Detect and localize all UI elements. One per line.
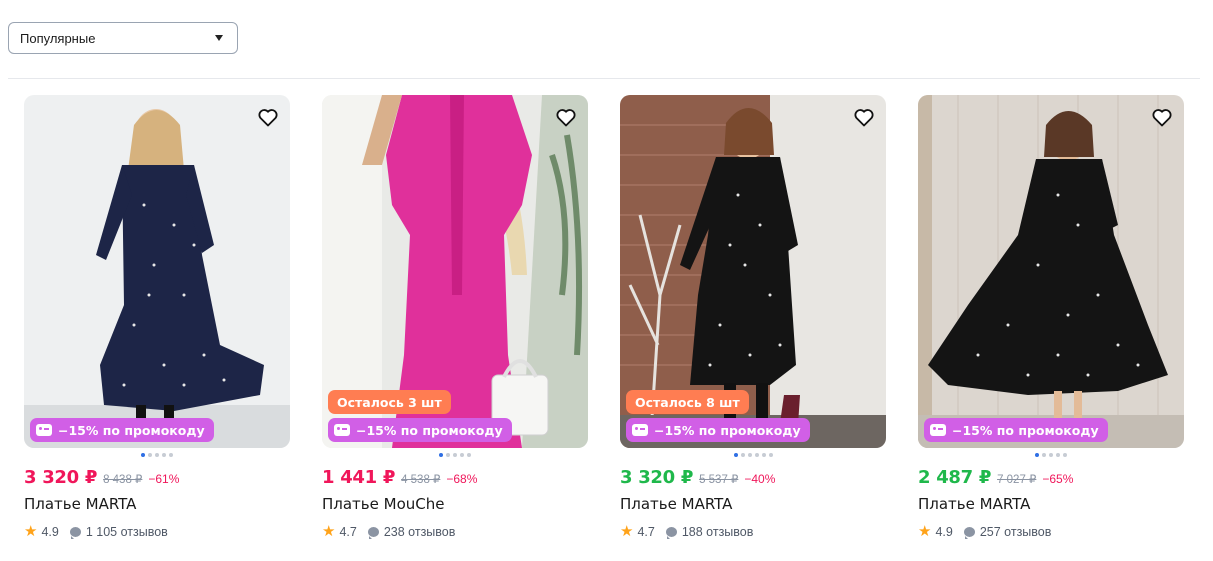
carousel-dot[interactable] [1042,453,1046,457]
promo-text: −15% по промокоду [58,422,205,438]
promo-badge: −15% по промокоду [328,418,512,442]
discount-percent: −61% [148,472,180,486]
carousel-dots[interactable] [620,453,886,457]
price-row: 2 487 ₽ 7 027 ₽ −65% [918,467,1073,488]
price-row: 3 320 ₽ 8 438 ₽ −61% [24,467,179,488]
sort-dropdown[interactable]: Популярные [8,22,238,54]
product-photo[interactable]: Осталось 3 шт −15% по промокоду [322,95,588,448]
heart-icon[interactable] [256,105,280,129]
rating-row: ★ 4.7 238 отзывов [322,524,455,539]
current-price: 3 320 ₽ [620,467,694,488]
carousel-dots[interactable] [918,453,1184,457]
promo-badge: −15% по промокоду [924,418,1108,442]
product-photo[interactable]: −15% по промокоду [918,95,1184,448]
current-price: 2 487 ₽ [918,467,992,488]
price-row: 3 320 ₽ 5 537 ₽ −40% [620,467,775,488]
star-icon: ★ [620,523,634,540]
product-image [918,95,1184,448]
reviews-count[interactable]: 238 отзывов [384,525,456,539]
reviews-count[interactable]: 188 отзывов [682,525,754,539]
chat-bubble-icon [665,526,677,539]
chat-bubble-icon [963,526,975,539]
product-title[interactable]: Платье MARTA [620,495,732,513]
carousel-dot[interactable] [453,453,457,457]
carousel-dots[interactable] [24,453,290,457]
rating-value: 4.9 [41,524,59,539]
carousel-dot[interactable] [169,453,173,457]
chevron-down-icon [215,35,223,41]
promo-text: −15% по промокоду [654,422,801,438]
product-card[interactable]: −15% по промокоду 2 487 ₽ 7 027 ₽ −65% П… [918,95,1184,545]
promo-ticket-icon [334,424,350,436]
old-price: 4 538 ₽ [401,474,441,486]
product-title[interactable]: Платье MARTA [24,495,136,513]
discount-percent: −68% [446,472,478,486]
old-price: 7 027 ₽ [997,474,1037,486]
promo-text: −15% по промокоду [356,422,503,438]
reviews-count[interactable]: 257 отзывов [980,525,1052,539]
heart-icon[interactable] [554,105,578,129]
carousel-dot[interactable] [155,453,159,457]
carousel-dot[interactable] [733,453,738,457]
carousel-dot[interactable] [148,453,152,457]
product-photo[interactable]: −15% по промокоду [24,95,290,448]
rating-value: 4.7 [637,524,655,539]
carousel-dot[interactable] [446,453,450,457]
divider [8,78,1200,79]
old-price: 8 438 ₽ [103,474,143,486]
rating-value: 4.9 [935,524,953,539]
product-title[interactable]: Платье MARTA [918,495,1030,513]
stock-badge: Осталось 3 шт [328,390,451,414]
sort-selected-label: Популярные [20,30,96,46]
carousel-dot[interactable] [439,453,443,457]
carousel-dot[interactable] [1056,453,1060,457]
rating-row: ★ 4.9 1 105 отзывов [24,524,168,539]
chat-bubble-icon [69,526,81,539]
carousel-dot[interactable] [761,453,766,457]
current-price: 3 320 ₽ [24,467,98,488]
promo-ticket-icon [36,424,52,436]
chat-bubble-icon [367,526,379,539]
carousel-dot[interactable] [754,453,759,457]
carousel-dot[interactable] [768,453,773,457]
carousel-dots[interactable] [322,453,588,457]
product-image [24,95,290,448]
carousel-dot[interactable] [460,453,464,457]
promo-badge: −15% по промокоду [626,418,810,442]
product-card[interactable]: −15% по промокоду 3 320 ₽ 8 438 ₽ −61% П… [24,95,290,545]
carousel-dot[interactable] [1063,453,1067,457]
price-row: 1 441 ₽ 4 538 ₽ −68% [322,467,477,488]
discount-percent: −65% [1042,472,1074,486]
carousel-dot[interactable] [1035,453,1039,457]
carousel-dot[interactable] [162,453,166,457]
stock-badge: Осталось 8 шт [626,390,749,414]
current-price: 1 441 ₽ [322,467,396,488]
product-card[interactable]: Осталось 8 шт −15% по промокоду 3 320 ₽ … [620,95,886,545]
rating-row: ★ 4.9 257 отзывов [918,524,1051,539]
star-icon: ★ [322,523,336,540]
carousel-dot[interactable] [467,453,471,457]
carousel-dot[interactable] [747,453,752,457]
rating-row: ★ 4.7 188 отзывов [620,524,753,539]
carousel-dot[interactable] [740,453,745,457]
heart-icon[interactable] [1150,105,1174,129]
promo-ticket-icon [930,424,946,436]
rating-value: 4.7 [339,524,357,539]
star-icon: ★ [918,523,932,540]
product-photo[interactable]: Осталось 8 шт −15% по промокоду [620,95,886,448]
carousel-dot[interactable] [1049,453,1053,457]
heart-icon[interactable] [852,105,876,129]
old-price: 5 537 ₽ [699,474,739,486]
product-title[interactable]: Платье MouChe [322,495,444,513]
promo-text: −15% по промокоду [952,422,1099,438]
discount-percent: −40% [744,472,776,486]
reviews-count[interactable]: 1 105 отзывов [86,525,168,539]
promo-ticket-icon [632,424,648,436]
carousel-dot[interactable] [141,453,145,457]
product-card[interactable]: Осталось 3 шт −15% по промокоду 1 441 ₽ … [322,95,588,545]
star-icon: ★ [24,523,38,540]
promo-badge: −15% по промокоду [30,418,214,442]
